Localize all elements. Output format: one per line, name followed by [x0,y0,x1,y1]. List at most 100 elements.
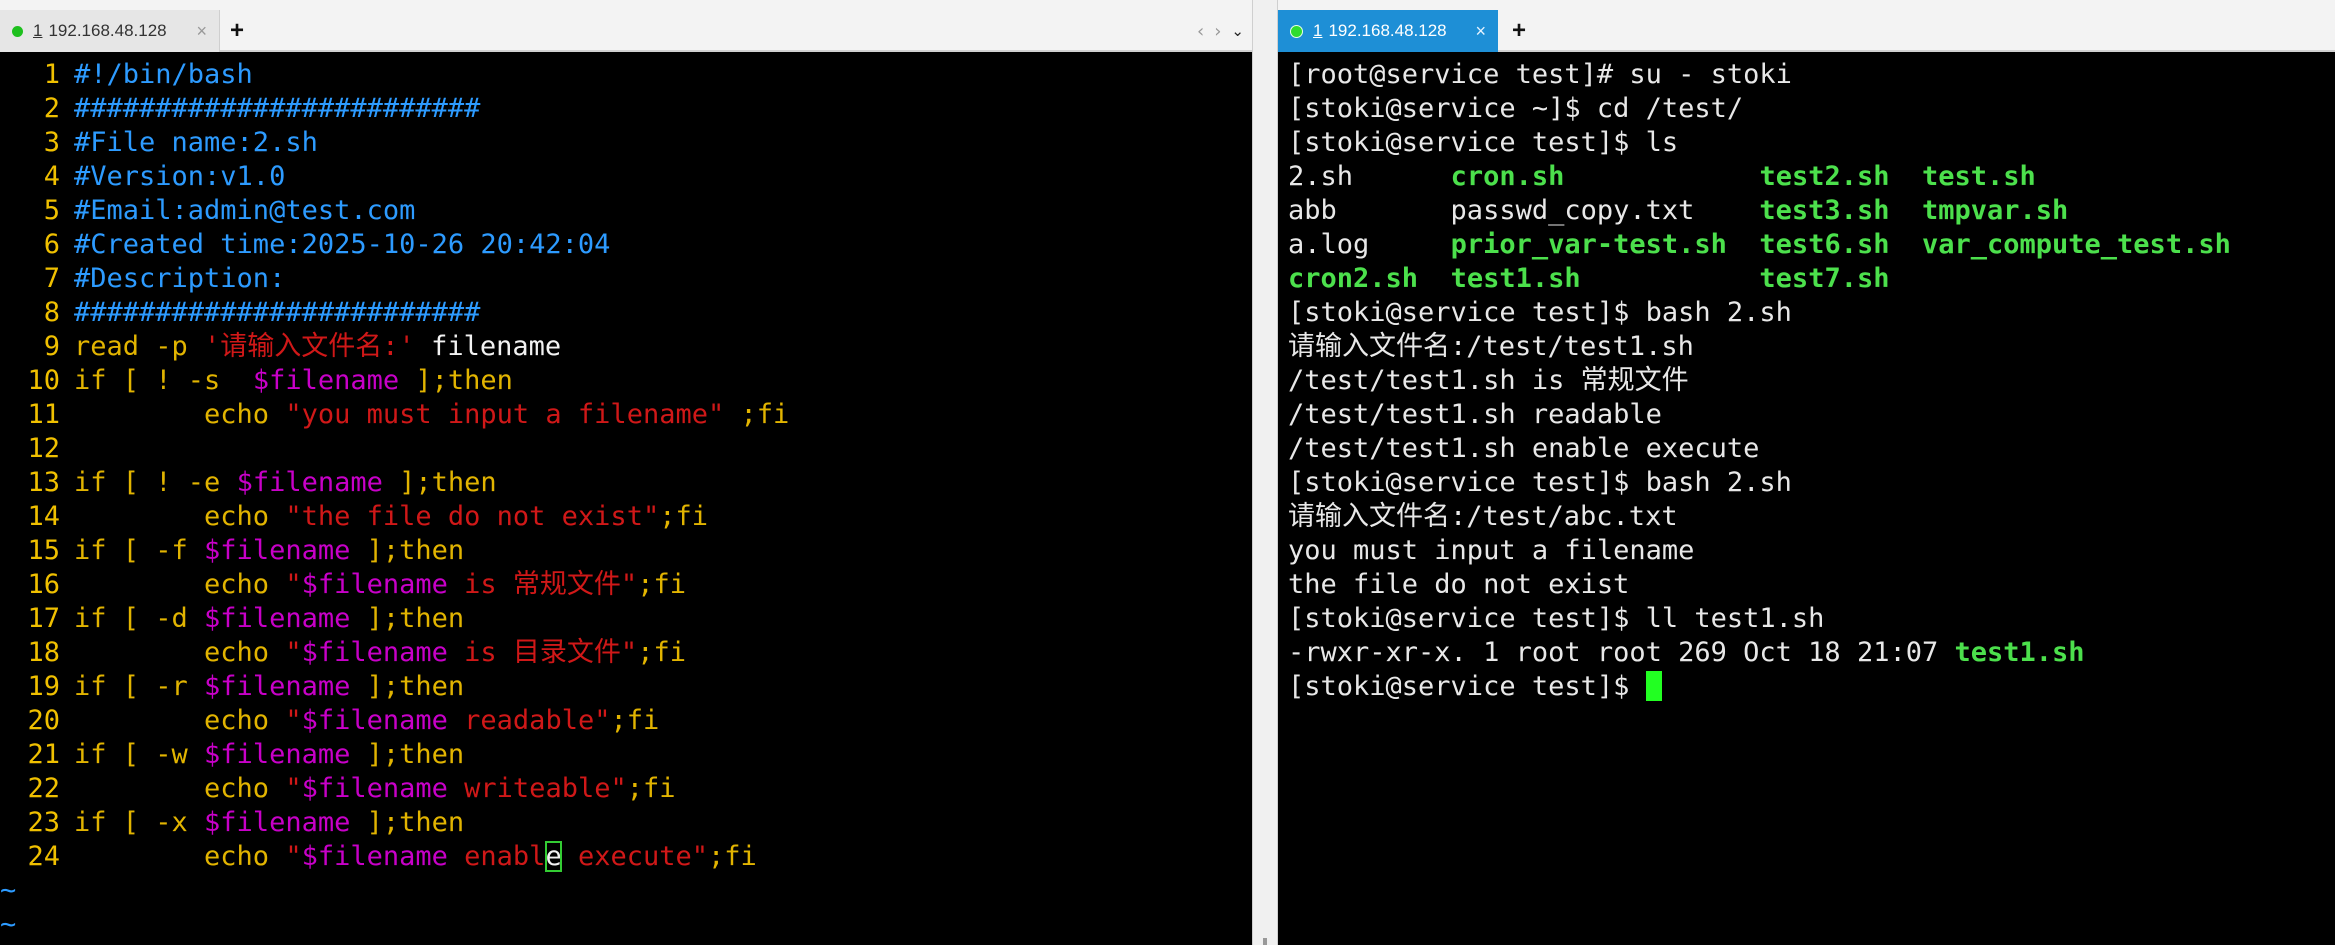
code-line[interactable]: 13 if [ ! -e $filename ];then [6,466,1252,500]
code-line[interactable]: 6 #Created time:2025-10-26 20:42:04 [6,228,1252,262]
code-token: writeable" [447,773,627,804]
line-number: 6 [43,229,60,260]
code-line[interactable]: 18 echo "$filename is 目录文件";fi [6,636,1252,670]
code-token: ;fi [659,501,708,532]
line-number: 3 [43,127,60,158]
code-line[interactable]: 17 if [ -d $filename ];then [6,602,1252,636]
code-line[interactable]: 1 #!/bin/bash [6,58,1252,92]
shell-text: [stoki@service ~]$ cd /test/ [1288,93,1744,124]
code-line[interactable]: 11 echo "you must input a filename" ;fi [6,398,1252,432]
executable-file: test1.sh [1450,263,1581,294]
code-token: filename [414,331,562,362]
code-token: ;fi [626,773,676,804]
code-token: " [285,569,302,600]
close-icon[interactable]: × [196,21,207,42]
code-token: echo [74,501,286,532]
code-line[interactable]: 3 #File name:2.sh [6,126,1252,160]
shell-text: [stoki@service test]$ bash 2.sh [1288,467,1792,498]
code-token: echo [74,705,286,736]
code-token: ];then [399,365,513,396]
code-line[interactable]: 4 #Version:v1.0 [6,160,1252,194]
shell-line: cron2.sh test1.sh test7.sh [1288,262,2335,296]
tab-title: 192.168.48.128 [48,21,167,40]
shell-text: [stoki@service test]$ bash 2.sh [1288,297,1792,328]
code-token: $filename [204,739,351,770]
line-number: 15 [27,535,60,566]
code-line[interactable]: 22 echo "$filename writeable";fi [6,772,1252,806]
left-terminal-pane[interactable]: 1 192.168.48.128 × + ‹ › ⌄ 1 #!/bin/bash 2… [0,0,1252,945]
chevron-down-icon[interactable]: ⌄ [1231,22,1244,40]
code-token: $filename [204,807,351,838]
shell-line: [stoki@service test]$ ls [1288,126,2335,160]
shell-text: /test/test1.sh enable execute [1288,433,1760,464]
line-number: 21 [27,739,60,770]
code-token: $filename [204,535,351,566]
code-line[interactable]: 21 if [ -w $filename ];then [6,738,1252,772]
code-line[interactable]: 5 #Email:admin@test.com [6,194,1252,228]
pane-splitter[interactable] [1252,0,1278,945]
line-number: 7 [43,263,60,294]
code-line[interactable]: 8 ######################### [6,296,1252,330]
line-number: 17 [27,603,60,634]
shell-line: [stoki@service test]$ [1288,670,2335,704]
code-token: enabl [447,841,546,872]
terminal-cursor [1645,670,1662,701]
code-line[interactable]: 23 if [ -x $filename ];then [6,806,1252,840]
line-number: 2 [43,93,60,124]
code-token: if [ -d [74,603,205,634]
shell-text: [stoki@service test]$ [1288,671,1646,702]
line-number: 22 [27,773,60,804]
executable-file: prior_var-test.sh [1450,229,1727,260]
code-line[interactable]: 15 if [ -f $filename ];then [6,534,1252,568]
shell-output[interactable]: [root@service test]# su - stoki [stoki@se… [1278,54,2335,945]
chevron-left-icon[interactable]: ‹ [1197,21,1204,42]
line-number: 12 [27,433,60,464]
code-token: if [ -r [74,671,205,702]
close-icon[interactable]: × [1475,21,1486,42]
shell-line: [stoki@service test]$ ll test1.sh [1288,602,2335,636]
add-tab-button[interactable]: + [1504,14,1534,48]
shell-text [1889,195,1922,226]
line-number: 16 [27,569,60,600]
code-token: echo [74,399,286,430]
right-tab-bar: 1 192.168.48.128 × + [1278,0,2335,52]
code-token: #File name:2.sh [74,127,318,158]
code-line[interactable]: 12 [6,432,1252,466]
shell-line: 请输入文件名:/test/abc.txt [1288,500,2335,534]
code-line[interactable]: 14 echo "the file do not exist";fi [6,500,1252,534]
code-token: ];then [350,671,465,702]
code-token: ];then [382,467,497,498]
shell-text [1889,229,1922,260]
line-number: 1 [43,59,60,90]
right-terminal-pane[interactable]: 1 192.168.48.128 × + [root@service test]… [1278,0,2335,945]
code-line[interactable]: 16 echo "$filename is 常规文件";fi [6,568,1252,602]
shell-text: abb passwd_copy.txt [1288,195,1760,226]
code-token: echo [74,569,286,600]
code-token: ];then [350,535,465,566]
shell-line: -rwxr-xr-x. 1 root root 269 Oct 18 21:07… [1288,636,2335,670]
tab-right-session[interactable]: 1 192.168.48.128 × [1278,10,1498,52]
code-line[interactable]: 7 #Description: [6,262,1252,296]
code-token: echo [74,841,286,872]
code-token: ;fi [610,705,660,736]
chevron-right-icon[interactable]: › [1214,21,1221,42]
tab-left-session[interactable]: 1 192.168.48.128 × [0,10,220,52]
code-line[interactable]: 9 read -p '请输入文件名:' filename [6,330,1252,364]
code-line[interactable]: 10 if [ ! -s $filename ];then [6,364,1252,398]
shell-line: [stoki@service test]$ bash 2.sh [1288,466,2335,500]
shell-line: 2.sh cron.sh test2.sh test.sh [1288,160,2335,194]
code-line[interactable]: 20 echo "$filename readable";fi [6,704,1252,738]
code-line[interactable]: 24 echo "$filename enable execute";fi [6,840,1252,874]
code-token: ;fi [637,569,686,600]
code-token: #Created time:2025-10-26 20:42:04 [74,229,611,260]
scrollbar-thumb[interactable] [1263,938,1267,945]
line-number: 5 [43,195,60,226]
tab-number: 1 [33,21,43,40]
add-tab-button[interactable]: + [222,14,252,48]
code-token: if [ -x [74,807,205,838]
code-line[interactable]: 19 if [ -r $filename ];then [6,670,1252,704]
executable-file: test2.sh [1759,161,1890,192]
vim-editor[interactable]: 1 #!/bin/bash 2 ######################### 3 #… [0,54,1252,945]
code-line[interactable]: 2 ######################### [6,92,1252,126]
code-token: echo [74,773,286,804]
